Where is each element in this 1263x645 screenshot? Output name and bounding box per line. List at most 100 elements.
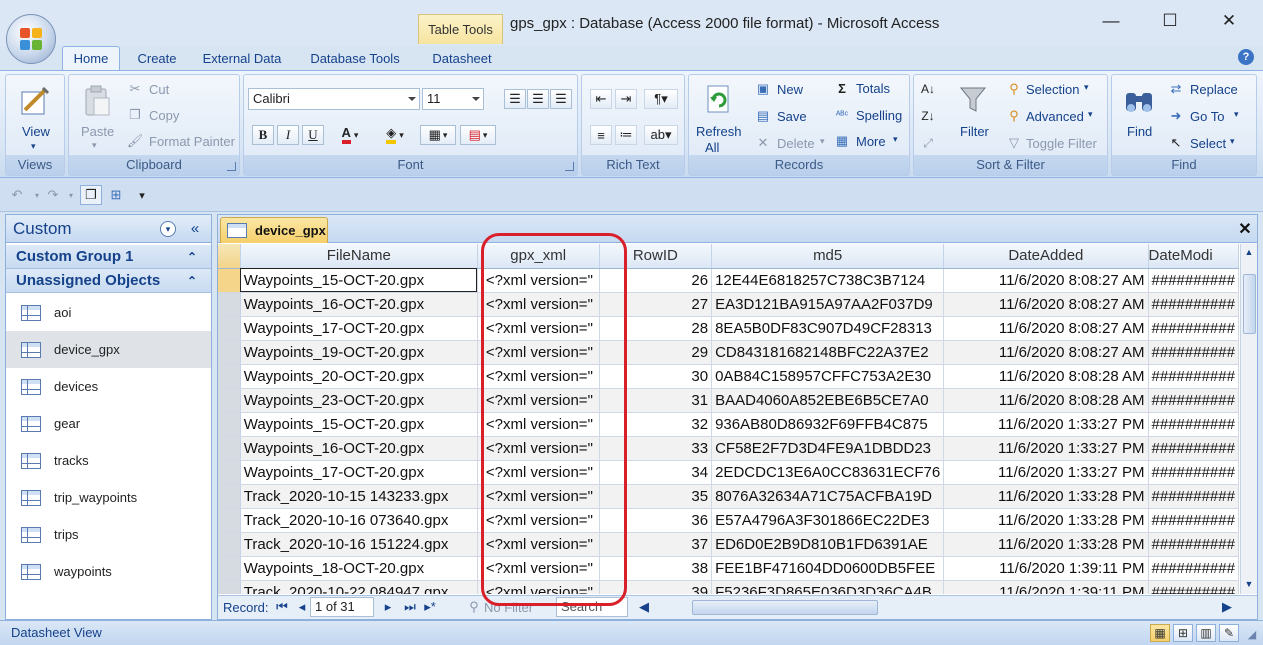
cell-rowid[interactable]: 29 bbox=[599, 340, 713, 365]
font-launcher-icon[interactable] bbox=[565, 162, 574, 171]
cell-dateadded[interactable]: 11/6/2020 1:39:11 PM bbox=[943, 580, 1149, 594]
table-row[interactable]: Waypoints_18-OCT-20.gpx <?xml version=" 38… bbox=[218, 556, 1239, 581]
cell-md5[interactable]: 8076A32634A71C75ACFBA19D bbox=[711, 484, 945, 509]
cell-md5[interactable]: CF58E2F7D3D4FE9A1DBDD23 bbox=[711, 436, 945, 461]
cell-gpx-xml[interactable]: <?xml version=" bbox=[477, 436, 600, 461]
office-button[interactable] bbox=[6, 14, 56, 64]
chevron-down-icon[interactable]: ▾ bbox=[160, 221, 176, 237]
nav-pane-header[interactable]: Custom ▾ « bbox=[6, 215, 211, 243]
table-row[interactable]: Waypoints_17-OCT-20.gpx <?xml version=" 28… bbox=[218, 316, 1239, 341]
fill-color-button[interactable]: ◈ ▾ bbox=[375, 125, 415, 145]
cell-rowid[interactable]: 28 bbox=[599, 316, 713, 341]
table-row[interactable]: Waypoints_15-OCT-20.gpx <?xml version=" 32… bbox=[218, 412, 1239, 437]
row-selector[interactable] bbox=[218, 388, 241, 413]
cell-dateadded[interactable]: 11/6/2020 1:33:28 PM bbox=[943, 484, 1149, 509]
tab-home[interactable]: Home bbox=[62, 46, 120, 70]
cell-dateadded[interactable]: 11/6/2020 1:33:28 PM bbox=[943, 532, 1149, 557]
format-painter-button[interactable]: Format Painter bbox=[149, 134, 235, 149]
align-right-button[interactable]: ☰ bbox=[550, 89, 572, 109]
tab-create[interactable]: Create bbox=[130, 46, 184, 70]
table-row[interactable]: Waypoints_20-OCT-20.gpx <?xml version=" 30… bbox=[218, 364, 1239, 389]
clipboard-launcher-icon[interactable] bbox=[227, 162, 236, 171]
clear-sort-icon[interactable]: ⤢ bbox=[920, 135, 936, 151]
text-direction-button[interactable]: ¶▾ bbox=[644, 89, 678, 109]
cell-gpx-xml[interactable]: <?xml version=" bbox=[477, 580, 600, 594]
cell-gpx-xml[interactable]: <?xml version=" bbox=[477, 556, 600, 581]
cell-filename[interactable]: Waypoints_18-OCT-20.gpx bbox=[240, 556, 478, 581]
cell-rowid[interactable]: 31 bbox=[599, 388, 713, 413]
customize-toolbar-icon[interactable]: ▾ bbox=[134, 187, 150, 203]
cell-datemodified[interactable]: ########## bbox=[1148, 340, 1239, 365]
row-selector[interactable] bbox=[218, 268, 241, 293]
cell-filename[interactable]: Waypoints_19-OCT-20.gpx bbox=[240, 340, 478, 365]
cell-filename[interactable]: Waypoints_17-OCT-20.gpx bbox=[240, 460, 478, 485]
cell-gpx-xml[interactable]: <?xml version=" bbox=[477, 484, 600, 509]
cell-dateadded[interactable]: 11/6/2020 1:33:27 PM bbox=[943, 436, 1149, 461]
cell-filename[interactable]: Track_2020-10-16 151224.gpx bbox=[240, 532, 478, 557]
numbering-button[interactable]: ≡ bbox=[590, 125, 612, 145]
new-record-button[interactable]: New bbox=[777, 82, 803, 97]
cell-dateadded[interactable]: 11/6/2020 8:08:28 AM bbox=[943, 364, 1149, 389]
nav-item-aoi[interactable]: aoi bbox=[6, 294, 211, 331]
scroll-left-icon[interactable]: ◀ bbox=[636, 599, 652, 615]
nav-item-trip-waypoints[interactable]: trip_waypoints bbox=[6, 479, 211, 516]
cell-md5[interactable]: EA3D121BA915A97AA2F037D9 bbox=[711, 292, 945, 317]
nav-item-waypoints[interactable]: waypoints bbox=[6, 553, 211, 590]
tab-datasheet[interactable]: Datasheet bbox=[424, 46, 500, 70]
table-row[interactable]: Track_2020-10-22 084947.gpx <?xml version… bbox=[218, 580, 1239, 594]
sort-descending-icon[interactable]: Z↓ bbox=[920, 108, 936, 124]
select-all-cell[interactable] bbox=[218, 244, 241, 269]
gridlines-button[interactable]: ▦ ▾ bbox=[420, 125, 456, 145]
row-selector[interactable] bbox=[218, 316, 241, 341]
totals-button[interactable]: Totals bbox=[856, 81, 890, 96]
table-row[interactable]: Waypoints_19-OCT-20.gpx <?xml version=" 29… bbox=[218, 340, 1239, 365]
cell-filename[interactable]: Waypoints_15-OCT-20.gpx bbox=[240, 268, 478, 293]
cell-gpx-xml[interactable]: <?xml version=" bbox=[477, 460, 600, 485]
cell-dateadded[interactable]: 11/6/2020 8:08:28 AM bbox=[943, 388, 1149, 413]
current-record-input[interactable]: 1 of 31 bbox=[310, 597, 374, 617]
cell-datemodified[interactable]: ########## bbox=[1148, 364, 1239, 389]
vertical-scroll-thumb[interactable] bbox=[1243, 274, 1256, 334]
cell-rowid[interactable]: 35 bbox=[599, 484, 713, 509]
cell-gpx-xml[interactable]: <?xml version=" bbox=[477, 268, 600, 293]
cell-filename[interactable]: Track_2020-10-22 084947.gpx bbox=[240, 580, 478, 594]
cell-md5[interactable]: 936AB80D86932F69FFB4C875 bbox=[711, 412, 945, 437]
cell-dateadded[interactable]: 11/6/2020 8:08:27 AM bbox=[943, 292, 1149, 317]
row-selector[interactable] bbox=[218, 412, 241, 437]
filter-button[interactable]: Filter bbox=[960, 124, 989, 139]
cell-datemodified[interactable]: ########## bbox=[1148, 556, 1239, 581]
indent-button[interactable]: ⇥ bbox=[615, 89, 637, 109]
cell-rowid[interactable]: 38 bbox=[599, 556, 713, 581]
save-record-button[interactable]: Save bbox=[777, 109, 807, 124]
cell-dateadded[interactable]: 11/6/2020 1:33:28 PM bbox=[943, 508, 1149, 533]
cell-datemodified[interactable]: ########## bbox=[1148, 436, 1239, 461]
resize-grip-icon[interactable]: ◢ bbox=[1244, 626, 1260, 642]
cell-md5[interactable]: 12E44E6818257C738C3B7124 bbox=[711, 268, 945, 293]
view-dropdown-icon[interactable]: ▾ bbox=[31, 141, 36, 152]
align-left-button[interactable]: ☰ bbox=[504, 89, 526, 109]
cell-rowid[interactable]: 27 bbox=[599, 292, 713, 317]
cell-datemodified[interactable]: ########## bbox=[1148, 532, 1239, 557]
nav-item-tracks[interactable]: tracks bbox=[6, 442, 211, 479]
cell-rowid[interactable]: 33 bbox=[599, 436, 713, 461]
minimize-button[interactable]: — bbox=[1091, 6, 1131, 36]
cell-rowid[interactable]: 26 bbox=[599, 268, 713, 293]
column-header-rowid[interactable]: RowID bbox=[599, 244, 713, 269]
previous-record-icon[interactable]: ◂ bbox=[294, 599, 310, 615]
cell-gpx-xml[interactable]: <?xml version=" bbox=[477, 340, 600, 365]
datasheet-view-button[interactable]: ▦ bbox=[1150, 624, 1170, 642]
cell-filename[interactable]: Track_2020-10-16 073640.gpx bbox=[240, 508, 478, 533]
row-selector[interactable] bbox=[218, 340, 241, 365]
tab-external-data[interactable]: External Data bbox=[196, 46, 288, 70]
relationships-icon[interactable]: ⊞ bbox=[108, 187, 124, 203]
row-selector[interactable] bbox=[218, 436, 241, 461]
find-button[interactable]: Find bbox=[1127, 124, 1152, 139]
cell-datemodified[interactable]: ########## bbox=[1148, 292, 1239, 317]
cell-rowid[interactable]: 36 bbox=[599, 508, 713, 533]
cell-rowid[interactable]: 39 bbox=[599, 580, 713, 594]
refresh-all-button[interactable]: Refresh bbox=[696, 124, 742, 139]
cell-filename[interactable]: Waypoints_20-OCT-20.gpx bbox=[240, 364, 478, 389]
italic-button[interactable]: I bbox=[277, 125, 299, 145]
copy-button[interactable]: Copy bbox=[149, 108, 179, 123]
bullets-button[interactable]: ≔ bbox=[615, 125, 637, 145]
